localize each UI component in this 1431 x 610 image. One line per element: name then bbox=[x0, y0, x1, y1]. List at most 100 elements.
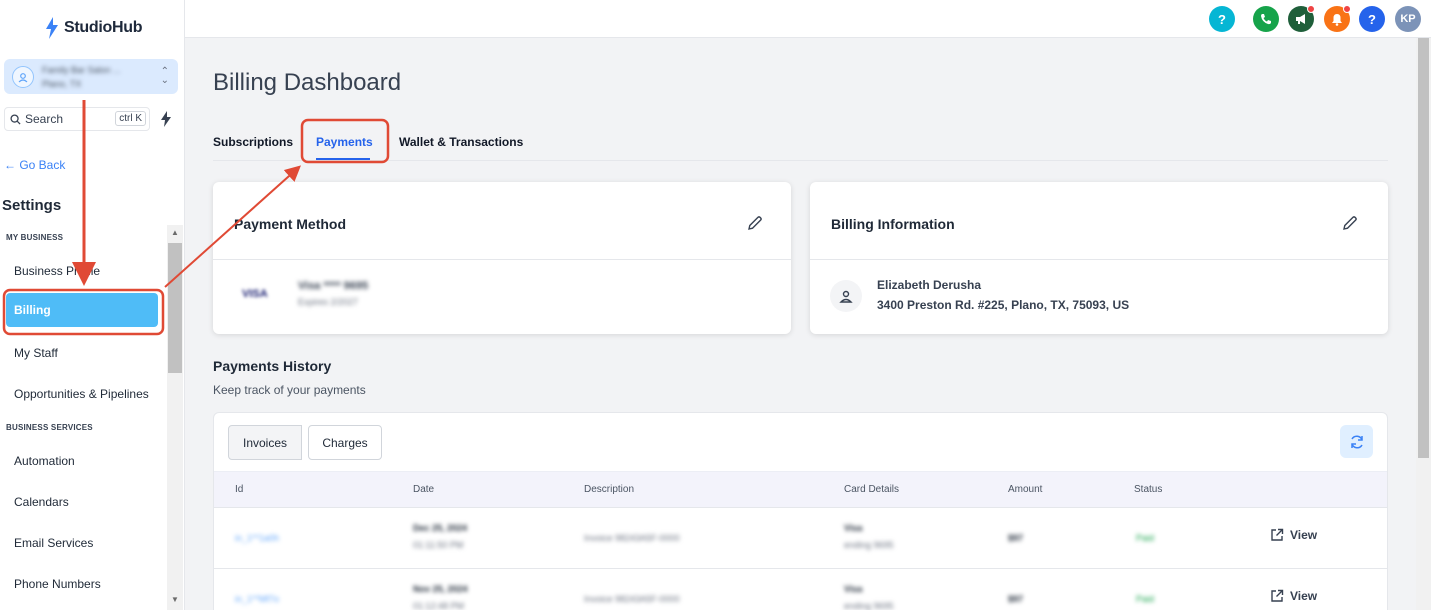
row-date: Dec 25, 2024 bbox=[413, 523, 468, 533]
card-expiry: Expires 2/2027 bbox=[298, 297, 359, 307]
top-bar: ? ? KP bbox=[185, 0, 1431, 38]
refresh-icon bbox=[1350, 434, 1363, 449]
sidebar-item-my-staff[interactable]: My Staff bbox=[14, 346, 58, 360]
payment-method-title: Payment Method bbox=[234, 216, 347, 232]
card-divider bbox=[810, 259, 1388, 260]
view-label: View bbox=[1290, 528, 1318, 542]
page-title: Billing Dashboard bbox=[213, 69, 402, 96]
help-icon[interactable]: ? bbox=[1209, 6, 1235, 32]
card-divider bbox=[213, 259, 791, 260]
table-row: in_1**1a0h Dec 25, 2024 01:11:50 PM Invo… bbox=[214, 507, 1387, 568]
column-header-id[interactable]: Id bbox=[235, 484, 243, 495]
go-back-link[interactable]: ← Go Back bbox=[4, 158, 65, 172]
bolt-icon bbox=[161, 111, 171, 127]
sidebar-item-opportunities[interactable]: Opportunities & Pipelines bbox=[14, 387, 149, 401]
invoice-id[interactable]: in_1**Mf7o bbox=[235, 594, 279, 604]
sidebar-item-automation[interactable]: Automation bbox=[14, 454, 75, 468]
scroll-down-arrow-icon[interactable]: ▼ bbox=[171, 595, 179, 604]
column-header-status[interactable]: Status bbox=[1134, 484, 1162, 495]
search-label: Search bbox=[25, 112, 64, 126]
row-card-sub: ending 9695 bbox=[844, 601, 894, 610]
brand-logo[interactable]: StudioHub bbox=[44, 17, 142, 39]
column-header-date[interactable]: Date bbox=[413, 484, 434, 495]
settings-nav: MY BUSINESS Business Profile Billing My … bbox=[0, 225, 185, 610]
segment-invoices[interactable]: Invoices bbox=[228, 425, 302, 460]
view-invoice-button[interactable]: View bbox=[1270, 528, 1317, 542]
row-card-sub: ending 9695 bbox=[844, 540, 894, 550]
view-label: View bbox=[1290, 589, 1318, 603]
phone-icon[interactable] bbox=[1253, 6, 1279, 32]
logo-bolt-icon bbox=[46, 17, 58, 39]
help-circle-icon[interactable]: ? bbox=[1359, 6, 1385, 32]
row-date: Nov 25, 2024 bbox=[413, 584, 468, 594]
section-my-business: MY BUSINESS bbox=[6, 233, 64, 242]
sidebar: StudioHub Family Bar Salon ... Plano, TX… bbox=[0, 0, 185, 610]
row-description: Invoice 98243A5F-0000 bbox=[584, 594, 680, 604]
status-badge: Paid bbox=[1136, 594, 1155, 604]
view-invoice-button[interactable]: View bbox=[1270, 589, 1317, 603]
tab-wallet-transactions[interactable]: Wallet & Transactions bbox=[399, 135, 523, 149]
edit-pencil-icon[interactable] bbox=[1341, 214, 1359, 232]
row-time: 01:12:48 PM bbox=[413, 601, 465, 610]
column-header-description[interactable]: Description bbox=[584, 484, 634, 495]
tab-payments[interactable]: Payments bbox=[316, 135, 373, 149]
location-icon bbox=[12, 65, 34, 88]
search-input[interactable]: Search ctrl K bbox=[4, 107, 150, 131]
section-business-services: BUSINESS SERVICES bbox=[6, 423, 93, 432]
row-description: Invoice 98243A5F-0000 bbox=[584, 533, 680, 543]
notification-dot bbox=[1307, 5, 1315, 13]
chevron-updown-icon: ⌃ ⌄ bbox=[160, 66, 169, 86]
scroll-up-arrow-icon[interactable]: ▲ bbox=[171, 228, 179, 237]
sidebar-scroll-thumb[interactable] bbox=[168, 243, 182, 373]
column-header-amount[interactable]: Amount bbox=[1008, 484, 1042, 495]
sidebar-item-business-profile[interactable]: Business Profile bbox=[14, 264, 100, 278]
sidebar-scrollbar[interactable]: ▲ ▼ bbox=[167, 225, 183, 610]
segment-charges[interactable]: Charges bbox=[308, 425, 382, 460]
quick-actions-button[interactable] bbox=[155, 107, 177, 131]
account-name: Family Bar Salon ... bbox=[42, 64, 121, 75]
billing-name: Elizabeth Derusha bbox=[877, 278, 982, 292]
sidebar-item-email-services[interactable]: Email Services bbox=[14, 536, 93, 550]
main-content: Billing Dashboard Subscriptions Payments… bbox=[185, 38, 1416, 610]
bell-icon[interactable] bbox=[1324, 5, 1351, 32]
user-avatar[interactable]: KP bbox=[1395, 6, 1421, 32]
table-header: Id Date Description Card Details Amount … bbox=[214, 471, 1387, 507]
row-amount: $97 bbox=[1008, 533, 1024, 543]
card-number: Visa **** 9695 bbox=[298, 280, 369, 292]
billing-tabs: Subscriptions Payments Wallet & Transact… bbox=[213, 126, 1388, 161]
invoice-id[interactable]: in_1**1a0h bbox=[235, 533, 279, 543]
row-card: Visa bbox=[844, 584, 863, 594]
payments-history-title: Payments History bbox=[213, 358, 332, 374]
visa-logo: VISA bbox=[242, 288, 268, 300]
external-link-icon bbox=[1271, 589, 1284, 602]
megaphone-icon[interactable] bbox=[1288, 5, 1315, 32]
payments-history-subtitle: Keep track of your payments bbox=[213, 383, 366, 397]
page-scroll-thumb[interactable] bbox=[1418, 38, 1429, 458]
search-shortcut: ctrl K bbox=[115, 111, 146, 126]
table-row: in_1**Mf7o Nov 25, 2024 01:12:48 PM Invo… bbox=[214, 568, 1387, 610]
payments-history-table: Invoices Charges Id Date Description Car… bbox=[213, 412, 1388, 610]
row-amount: $97 bbox=[1008, 594, 1024, 604]
sidebar-item-billing[interactable]: Billing bbox=[6, 293, 158, 327]
search-icon bbox=[10, 113, 21, 125]
sidebar-item-phone-numbers[interactable]: Phone Numbers bbox=[14, 577, 101, 591]
row-time: 01:11:50 PM bbox=[413, 540, 464, 550]
location-pin-icon bbox=[830, 280, 862, 312]
billing-information-title: Billing Information bbox=[831, 216, 955, 232]
account-switcher[interactable]: Family Bar Salon ... Plano, TX ⌃ ⌄ bbox=[4, 59, 178, 94]
column-header-card-details[interactable]: Card Details bbox=[844, 484, 899, 495]
row-card: Visa bbox=[844, 523, 863, 533]
sidebar-item-calendars[interactable]: Calendars bbox=[14, 495, 69, 509]
refresh-button[interactable] bbox=[1340, 425, 1373, 458]
active-tab-indicator bbox=[316, 158, 370, 160]
tab-subscriptions[interactable]: Subscriptions bbox=[213, 135, 293, 149]
brand-name: StudioHub bbox=[64, 19, 143, 36]
external-link-icon bbox=[1271, 528, 1284, 541]
edit-pencil-icon[interactable] bbox=[746, 214, 764, 232]
notification-dot bbox=[1343, 5, 1351, 13]
status-badge: Paid bbox=[1136, 533, 1155, 543]
billing-address: 3400 Preston Rd. #225, Plano, TX, 75093,… bbox=[877, 298, 1130, 312]
settings-title: Settings bbox=[2, 197, 62, 214]
account-location: Plano, TX bbox=[42, 78, 82, 89]
page-scrollbar[interactable] bbox=[1416, 38, 1431, 610]
